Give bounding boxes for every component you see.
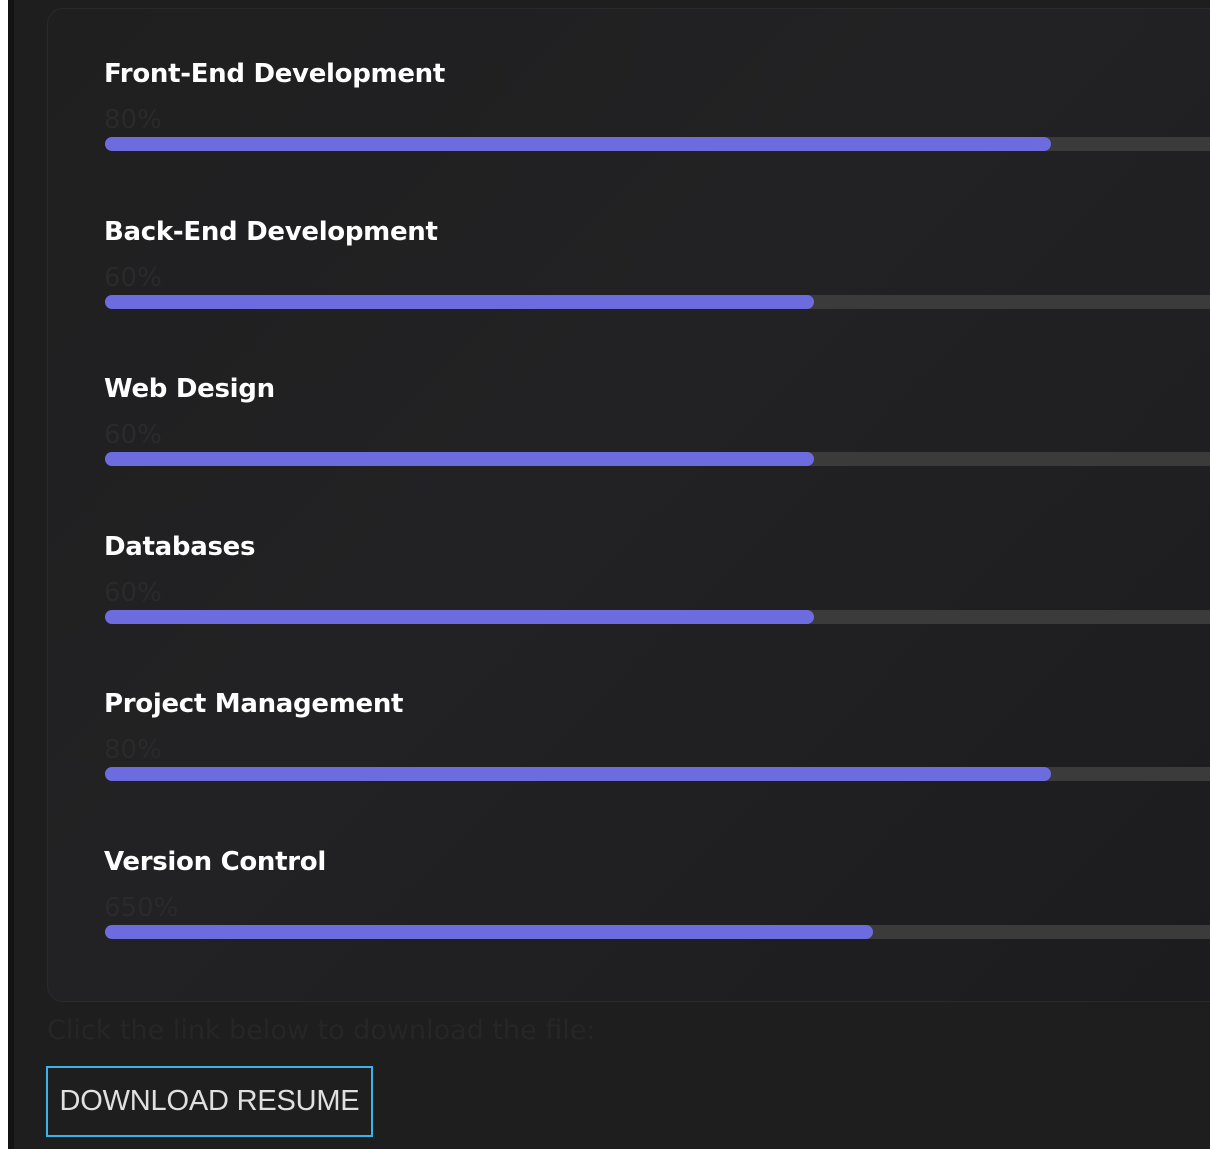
- left-edge-divider: [8, 0, 14, 1149]
- skill-progress-fill: [105, 925, 873, 939]
- skill-name: Web Design: [104, 374, 275, 404]
- skill-percent: 650%: [104, 893, 179, 923]
- download-instruction: Click the link below to download the fil…: [47, 1015, 596, 1046]
- skill-percent: 60%: [104, 420, 162, 450]
- skill-item-project-management: Project Management 80%: [104, 688, 1210, 788]
- skill-progress-fill: [105, 767, 1051, 781]
- skill-percent: 80%: [104, 735, 162, 765]
- skill-name: Version Control: [104, 847, 326, 877]
- skill-item-web-design: Web Design 60%: [104, 373, 1210, 473]
- skill-progress-track: [105, 137, 1210, 151]
- skill-progress-track: [105, 925, 1210, 939]
- skill-percent: 80%: [104, 105, 162, 135]
- download-resume-button[interactable]: DOWNLOAD RESUME: [46, 1066, 373, 1137]
- skill-progress-track: [105, 610, 1210, 624]
- skill-name: Databases: [104, 532, 256, 562]
- skill-percent: 60%: [104, 578, 162, 608]
- skill-item-front-end: Front-End Development 80%: [104, 58, 1210, 158]
- skill-progress-fill: [105, 295, 814, 309]
- skill-progress-track: [105, 452, 1210, 466]
- skill-percent: 60%: [104, 263, 162, 293]
- skill-progress-fill: [105, 137, 1051, 151]
- skill-name: Project Management: [104, 689, 404, 719]
- skill-name: Back-End Development: [104, 217, 438, 247]
- skill-item-back-end: Back-End Development 60%: [104, 216, 1210, 316]
- skill-progress-fill: [105, 610, 814, 624]
- skill-item-version-control: Version Control 650%: [104, 846, 1210, 946]
- skill-progress-track: [105, 295, 1210, 309]
- skill-progress-fill: [105, 452, 814, 466]
- skill-name: Front-End Development: [104, 59, 445, 89]
- skill-item-databases: Databases 60%: [104, 531, 1210, 631]
- skill-progress-track: [105, 767, 1210, 781]
